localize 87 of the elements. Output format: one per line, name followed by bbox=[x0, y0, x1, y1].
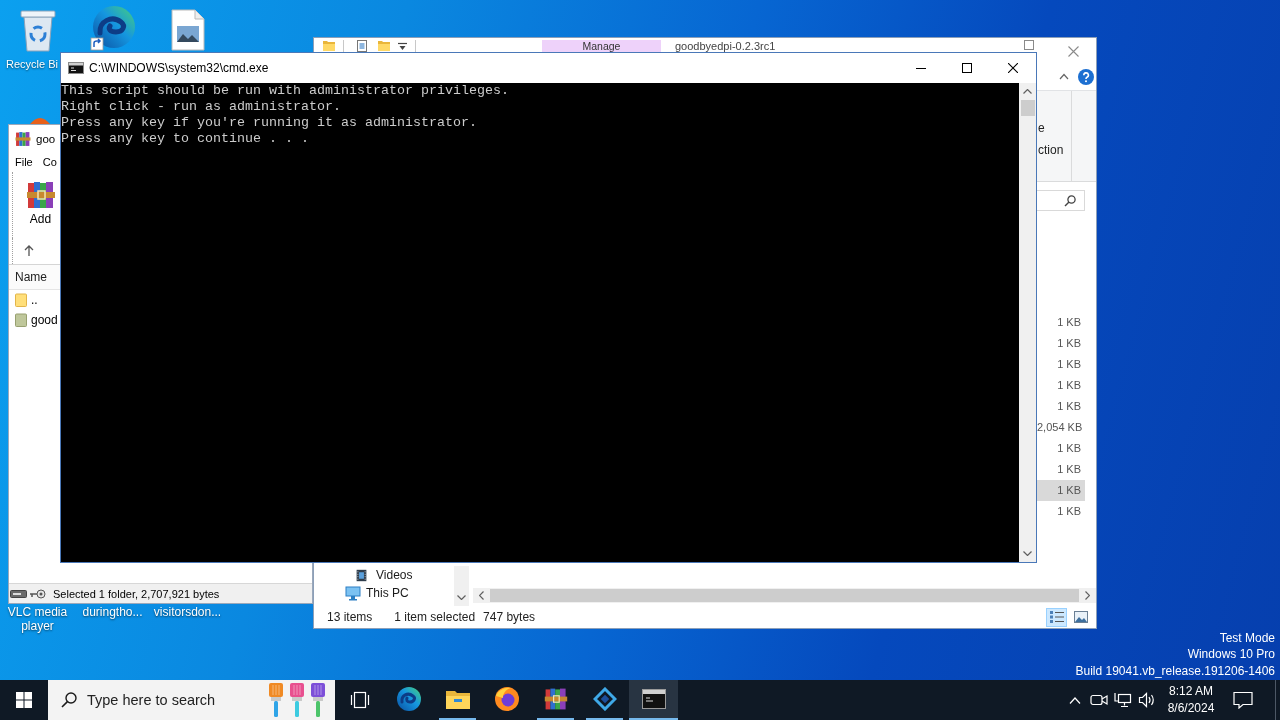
view-toggle[interactable] bbox=[1046, 607, 1067, 627]
vertical-scrollbar[interactable] bbox=[1019, 83, 1036, 562]
file-size[interactable]: 1 KB bbox=[1037, 396, 1085, 417]
file-size[interactable]: 1 KB bbox=[1037, 438, 1085, 459]
toolbar-button[interactable]: Add bbox=[22, 172, 59, 226]
console-icon bbox=[68, 62, 84, 74]
file-row[interactable]: .. bbox=[15, 290, 38, 310]
clock[interactable]: 8:12 AM 8/6/2024 bbox=[1159, 680, 1223, 720]
close-icon[interactable] bbox=[1008, 63, 1018, 73]
column-header[interactable]: Name bbox=[15, 270, 47, 284]
chevron-down-icon[interactable] bbox=[1023, 551, 1032, 556]
file-size[interactable]: 1 KB bbox=[1037, 312, 1085, 333]
thumbnail-view-icon bbox=[1073, 611, 1088, 623]
console-line: This script should be run with administrator privileges. bbox=[61, 83, 509, 99]
film-strip-icon bbox=[355, 568, 368, 582]
system-info-text: Build 19041.vb_release.191206-1406 bbox=[1075, 662, 1275, 679]
window-title: C:\WINDOWS\system32\cmd.exe bbox=[89, 61, 269, 75]
status-text: 13 items bbox=[327, 610, 373, 624]
dropdown-arrow-icon[interactable] bbox=[398, 41, 407, 51]
file-size[interactable]: 1 KB bbox=[1037, 375, 1085, 396]
key-icon bbox=[29, 588, 46, 599]
console-line: Press any key to continue . . . bbox=[61, 131, 309, 147]
system-info-text: Windows 10 Pro bbox=[1187, 646, 1275, 663]
status-text: 747 bytes bbox=[483, 610, 536, 624]
system-info-text: Test Mode bbox=[1219, 629, 1275, 646]
status-text: 1 item selected bbox=[394, 610, 476, 624]
taskbar-app-button[interactable] bbox=[629, 680, 678, 720]
scrollbar-thumb[interactable] bbox=[1020, 100, 1035, 116]
swirl-icon bbox=[396, 687, 421, 711]
books-stack-icon bbox=[15, 130, 31, 147]
file-size[interactable]: 2,054 KB bbox=[1037, 417, 1085, 438]
window-title: goo bbox=[36, 132, 56, 145]
console-icon bbox=[641, 687, 666, 711]
desktop-icon-label[interactable]: visitorsdon... bbox=[153, 605, 222, 633]
network-icon[interactable] bbox=[1114, 692, 1132, 708]
vertical-scrollbar[interactable] bbox=[454, 566, 469, 606]
details-view-icon bbox=[1049, 611, 1064, 623]
arrow-up-icon[interactable] bbox=[24, 245, 34, 257]
swirl-icon[interactable] bbox=[89, 5, 136, 51]
window-title: goodbyedpi-0.2.3rc1 bbox=[675, 40, 776, 52]
search-bar[interactable]: Type here to search bbox=[48, 680, 335, 720]
books-stack-icon bbox=[25, 180, 56, 210]
file-size[interactable]: 1 KB bbox=[1037, 333, 1085, 354]
ribbon-context-tab[interactable]: Manage bbox=[542, 40, 661, 52]
maximize-icon[interactable] bbox=[962, 63, 972, 73]
books-stack-icon bbox=[543, 687, 568, 711]
search-input[interactable]: Type here to search bbox=[87, 692, 266, 708]
image-file-icon[interactable] bbox=[170, 9, 205, 51]
notification-icon[interactable] bbox=[1233, 691, 1253, 709]
console-line: Press any key if you're running it as administrator. bbox=[61, 115, 477, 131]
ribbon-command[interactable]: e bbox=[1037, 117, 1045, 139]
file-row[interactable]: good bbox=[15, 310, 58, 330]
file-size[interactable]: 1 KB bbox=[1037, 480, 1085, 501]
file-size[interactable]: 1 KB bbox=[1037, 354, 1085, 375]
chevron-down-icon[interactable] bbox=[457, 595, 466, 600]
paintbrush-icon bbox=[266, 683, 286, 717]
menu-item[interactable]: Co bbox=[42, 156, 57, 168]
menu-item[interactable]: File bbox=[15, 156, 33, 168]
chevron-right-icon[interactable] bbox=[1085, 591, 1090, 600]
folder-icon bbox=[15, 293, 27, 307]
file-size[interactable]: 1 KB bbox=[1037, 501, 1085, 522]
ribbon-command[interactable]: ction bbox=[1037, 139, 1064, 161]
console-line: Right click - run as administrator. bbox=[61, 99, 341, 115]
chevron-left-icon[interactable] bbox=[479, 591, 484, 600]
minimize-icon[interactable] bbox=[916, 67, 926, 69]
task-view-icon bbox=[349, 691, 370, 709]
windows-logo-icon bbox=[16, 692, 32, 708]
search-field[interactable] bbox=[1037, 190, 1085, 211]
video-camera-icon[interactable] bbox=[1090, 692, 1108, 708]
search-icon bbox=[61, 692, 77, 708]
help-icon[interactable] bbox=[1078, 68, 1094, 85]
archive-file-icon bbox=[15, 313, 27, 327]
paintbrush-icon bbox=[287, 683, 307, 717]
nav-item[interactable]: This PC bbox=[345, 584, 409, 602]
page-icon[interactable] bbox=[356, 40, 368, 52]
globe-icon bbox=[494, 687, 519, 711]
status-text: Selected 1 folder, 2,707,921 bytes bbox=[53, 587, 220, 600]
paintbrush-icon bbox=[308, 683, 328, 717]
monitor-icon bbox=[345, 585, 361, 601]
diamond-icon bbox=[592, 687, 617, 711]
search-icon bbox=[1064, 194, 1076, 207]
horizontal-scrollbar[interactable] bbox=[473, 588, 1096, 603]
file-size[interactable]: 1 KB bbox=[1037, 459, 1085, 480]
volume-icon[interactable] bbox=[1138, 692, 1156, 708]
scrollbar-thumb[interactable] bbox=[490, 589, 1079, 602]
nav-item[interactable]: Videos bbox=[355, 566, 413, 584]
recycle-bin-icon[interactable] bbox=[17, 8, 58, 52]
